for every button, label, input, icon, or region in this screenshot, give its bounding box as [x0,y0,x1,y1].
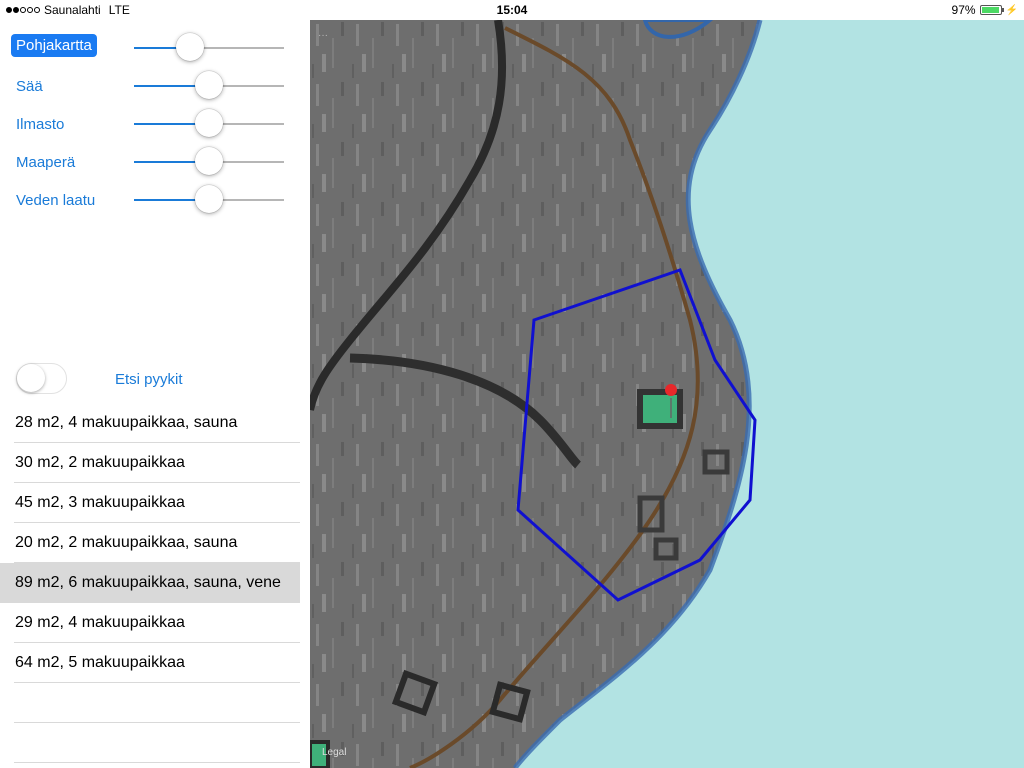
cabin-list-item[interactable]: 20 m2, 2 makuupaikkaa, sauna [0,523,300,563]
cabin-list-item-label: 28 m2, 4 makuupaikkaa, sauna [15,414,238,431]
status-right: 97% ⚡ [952,3,1018,17]
status-time: 15:04 [496,3,528,17]
legal-link[interactable]: Legal [322,747,346,758]
cabin-list: 28 m2, 4 makuupaikkaa, sauna 30 m2, 2 mak… [0,403,300,763]
cabin-list-item[interactable]: 64 m2, 5 makuupaikkaa [0,643,300,683]
map-more-icon: ··· [318,30,328,41]
selected-cabin-building[interactable] [637,389,683,429]
layer-opacity-slider[interactable] [134,185,284,213]
toggle-knob[interactable] [17,364,45,392]
cabin-list-item-label: 29 m2, 4 makuupaikkaa [15,614,185,631]
map-pin-icon[interactable] [665,384,677,396]
slider-thumb[interactable] [195,109,223,137]
cabin-list-item[interactable] [0,723,300,763]
cabin-list-item-label: 30 m2, 2 makuupaikkaa [15,454,185,471]
cabin-list-item[interactable]: 28 m2, 4 makuupaikkaa, sauna [0,403,300,443]
cabin-list-item[interactable]: 29 m2, 4 makuupaikkaa [0,603,300,643]
layer-row: Ilmasto [0,101,310,139]
slider-thumb[interactable] [195,185,223,213]
cabin-list-item-label: 20 m2, 2 makuupaikkaa, sauna [15,534,238,551]
cabin-list-item[interactable]: 30 m2, 2 makuupaikkaa [0,443,300,483]
layer-opacity-slider[interactable] [134,71,284,99]
layer-opacity-slider[interactable] [134,33,284,61]
layer-label[interactable]: Pohjakartta [11,34,97,57]
layer-opacity-slider[interactable] [134,147,284,175]
cabin-list-item[interactable] [0,683,300,723]
layer-row: Veden laatu [0,177,310,215]
layer-label[interactable]: Sää [16,78,43,95]
layer-row: Maaperä [0,139,310,177]
map-view[interactable]: ··· Legal [310,20,1024,768]
cabin-list-item[interactable]: 45 m2, 3 makuupaikkaa [0,483,300,523]
battery-percent: 97% [951,3,976,17]
slider-thumb[interactable] [195,147,223,175]
cabin-list-item[interactable]: 89 m2, 6 makuupaikkaa, sauna, vene [0,563,300,603]
search-pins-toggle[interactable] [16,363,67,394]
search-pins-label: Etsi pyykit [115,371,183,388]
layer-label[interactable]: Maaperä [16,154,75,171]
cabin-list-item-label: 45 m2, 3 makuupaikkaa [15,494,185,511]
battery-icon [979,5,1004,15]
layer-row: Sää [0,63,310,101]
slider-thumb[interactable] [195,71,223,99]
layer-row: Pohjakartta [0,25,310,63]
cabin-list-item-label: 64 m2, 5 makuupaikkaa [15,654,185,671]
slider-thumb[interactable] [175,33,204,61]
map-canvas[interactable] [310,20,1024,768]
layer-label[interactable]: Veden laatu [16,192,95,209]
layer-opacity-slider[interactable] [134,109,284,137]
charging-icon: ⚡ [1005,4,1018,16]
status-bar: Saunalahti LTE 15:04 97% ⚡ [0,0,1024,20]
layer-panel: Pohjakartta Sää Ilmasto Maaperä Veden laatu … [0,20,310,768]
layer-label[interactable]: Ilmasto [16,116,64,133]
cabin-list-item-label: 89 m2, 6 makuupaikkaa, sauna, vene [15,574,281,591]
